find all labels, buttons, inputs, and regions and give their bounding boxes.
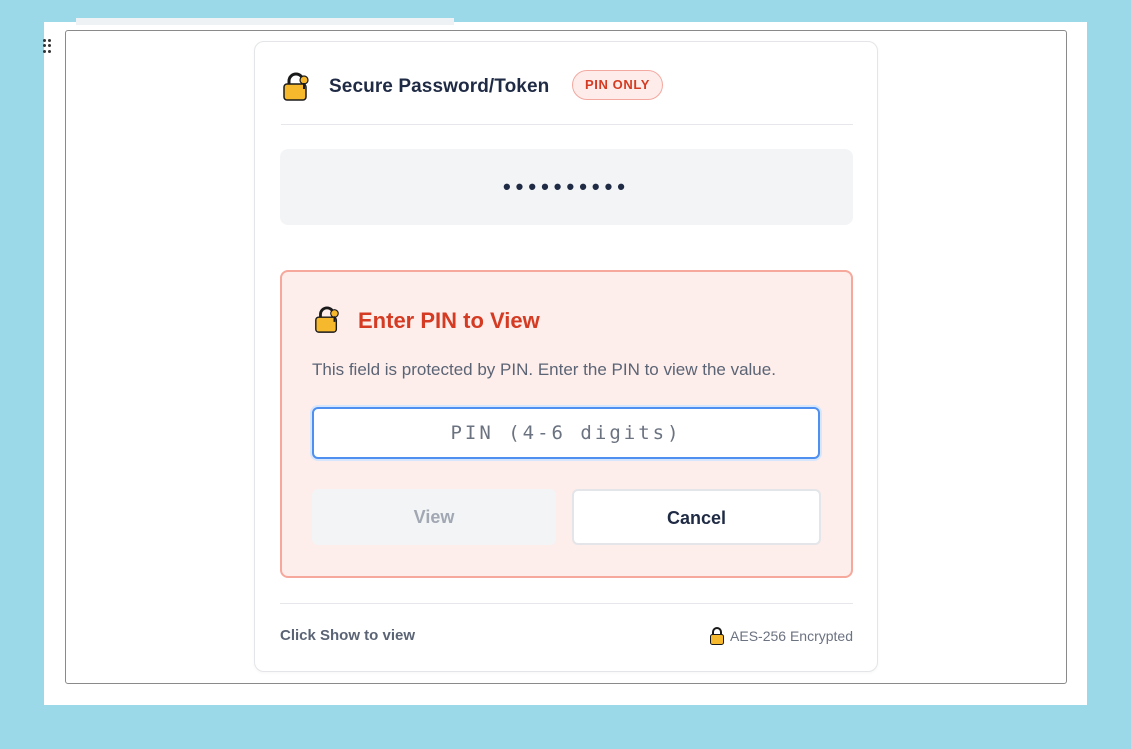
top-strip xyxy=(76,18,454,25)
card-header: Secure Password/Token PIN ONLY xyxy=(281,70,853,125)
show-hint: Click Show to view xyxy=(280,627,416,644)
pin-input[interactable] xyxy=(312,407,820,459)
view-button[interactable]: View xyxy=(312,489,556,545)
lock-with-key-icon xyxy=(283,72,309,101)
cancel-button[interactable]: Cancel xyxy=(572,489,821,545)
lock-with-key-icon xyxy=(315,306,339,333)
field-title: Secure Password/Token xyxy=(329,76,550,97)
encryption-label: AES-256 Encrypted xyxy=(730,628,853,644)
encryption-status: AES-256 Encrypted xyxy=(709,627,853,645)
card-footer: Click Show to view AES-256 Encrypted xyxy=(280,603,853,664)
pin-prompt-panel: Enter PIN to View This field is protecte… xyxy=(280,270,853,578)
masked-value: •••••••••• xyxy=(280,149,853,225)
lock-icon xyxy=(710,627,725,645)
pin-prompt-title: Enter PIN to View xyxy=(358,308,540,333)
pin-only-badge: PIN ONLY xyxy=(572,70,664,100)
drag-handle-icon[interactable] xyxy=(43,39,53,53)
secure-field-card: Secure Password/Token PIN ONLY •••••••••… xyxy=(254,41,878,672)
pin-prompt-description: This field is protected by PIN. Enter th… xyxy=(312,360,776,379)
